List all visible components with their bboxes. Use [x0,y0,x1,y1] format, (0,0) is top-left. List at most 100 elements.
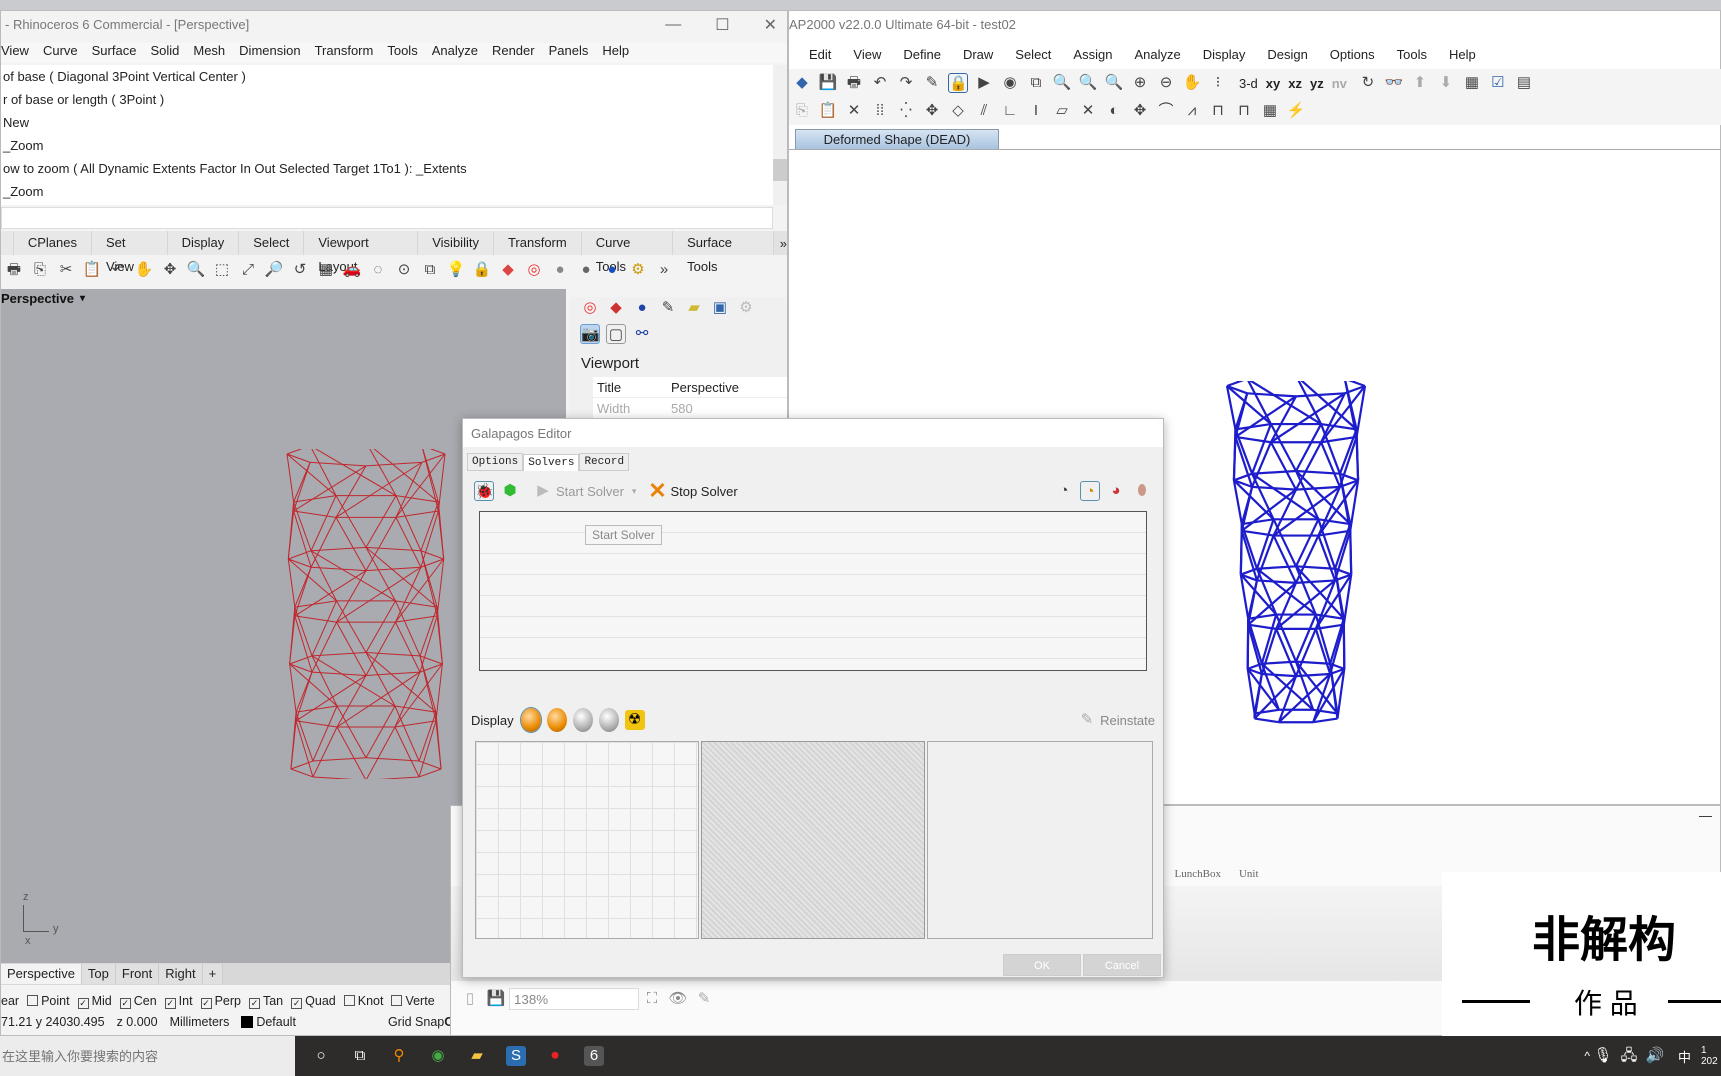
osnap-checkbox[interactable]: ✓ [164,997,176,1009]
ok-button[interactable]: OK [1003,954,1081,976]
osnap-cen[interactable]: ✓ Cen [112,994,157,1009]
loads-icon[interactable]: ✥ [1130,101,1150,121]
sap-menu-item-draw[interactable]: Draw [963,47,993,62]
canvas-zoom-field[interactable] [509,988,639,1010]
clock[interactable]: 1 202 [1701,1045,1721,1067]
more-tabs-icon[interactable]: » [780,236,787,251]
shell-icon[interactable]: ▱ [1052,101,1072,121]
viewport-menu-icon[interactable]: ▾ [80,293,85,304]
save-icon[interactable]: 💾 [818,73,838,93]
object-shrink-icon[interactable]: ▦ [1462,73,1482,93]
osnap-verte[interactable]: Verte [383,994,435,1008]
pencil-icon[interactable]: ✎ [922,73,942,93]
display-tab-icon[interactable]: ● [632,298,652,318]
render-sphere-icon[interactable]: ● [576,260,596,280]
sap-menu-item-help[interactable]: Help [1449,47,1476,62]
start-solver-button[interactable]: Start Solver [556,484,624,499]
command-history-scrollbar[interactable] [773,65,787,205]
zoom-window-icon[interactable]: ⬚ [212,260,232,280]
deformed-icon[interactable]: ⌒ [1156,101,1176,121]
osnap-checkbox[interactable]: ✓ [77,997,89,1009]
microphone-icon[interactable]: 🎙 [1593,1046,1613,1066]
osnap-checkbox[interactable] [391,995,403,1006]
lock-icon[interactable]: 🔒 [948,73,968,93]
reinstate-button[interactable]: Reinstate [1100,713,1155,728]
sap-menu-item-tools[interactable]: Tools [1397,47,1427,62]
zoom-in-icon[interactable]: ⊕ [1130,73,1150,93]
galapagos-tab-solvers[interactable]: Solvers [523,453,580,471]
viewport-tab-perspective[interactable]: Perspective [1,964,82,984]
tab-transform[interactable]: Transform [493,231,582,255]
blue-sphere-icon[interactable]: ● [602,260,622,280]
gh-tab[interactable]: LunchBox [1175,868,1221,880]
osnap-quad[interactable]: ✓ Quad [283,994,336,1009]
sap-menu-item-options[interactable]: Options [1330,47,1375,62]
lightning-icon[interactable]: ⚡ [1286,101,1306,121]
section-icon[interactable]: I [1026,101,1046,121]
display-orb-1-icon[interactable] [519,707,542,733]
viewport-tab-right[interactable]: Right [159,964,203,984]
help-tab-icon[interactable]: ▣ [710,298,730,318]
menu-item-render[interactable]: Render [492,43,535,58]
speed-fast-icon[interactable]: ◕ [1106,481,1126,501]
menu-item-dimension[interactable]: Dimension [239,43,300,58]
sap-menu-item-edit[interactable]: Edit [809,47,831,62]
osnap-perp[interactable]: ✓ Perp [193,994,241,1009]
osnap-tan[interactable]: ✓ Tan [241,994,283,1009]
view-button-yz[interactable]: yz [1310,76,1324,91]
joints-icon[interactable]: ⁛ [896,101,916,121]
tray-chevron-icon[interactable]: ^ [1584,1049,1590,1063]
zoom-extents-icon[interactable]: ⛶ [642,989,662,1009]
sap-menu-item-view[interactable]: View [853,47,881,62]
table-icon[interactable]: ▦ [1260,101,1280,121]
frames-icon[interactable]: ⫽ [974,101,994,121]
paste-icon[interactable]: 📋 [82,260,102,280]
sketch-icon[interactable]: ✎ [694,989,714,1009]
check-icon[interactable]: ☑ [1488,73,1508,93]
color-wheel-icon[interactable]: ◎ [524,260,544,280]
viewport-tab-front[interactable]: Front [115,964,160,984]
open-icon[interactable]: ◆ [792,73,812,93]
osnap-int[interactable]: ✓ Int [157,994,193,1009]
sap-menu-item-analyze[interactable]: Analyze [1134,47,1180,62]
redo-icon[interactable]: ↷ [896,73,916,93]
search-app-icon[interactable]: ⚲ [389,1046,409,1066]
frame-forces-icon[interactable]: ⊓ [1208,101,1228,121]
down-icon[interactable]: ⬇ [1436,73,1456,93]
car-icon[interactable]: 🚗 [342,260,362,280]
property-value[interactable]: 580 [671,401,693,416]
options-icon[interactable]: ⚙ [628,260,648,280]
view-button-3-d[interactable]: 3-d [1239,76,1258,91]
tab-visibility[interactable]: Visibility [418,231,494,255]
pointer-icon[interactable]: ⁝ [1208,73,1228,93]
tab-display[interactable]: Display [167,231,240,255]
osnap-point[interactable]: Point [19,994,70,1008]
tab-select[interactable]: Select [239,231,305,255]
tab-set-view[interactable]: Set View [92,231,168,274]
tab-surface-tools[interactable]: Surface Tools [673,231,774,274]
lock-icon[interactable]: 🔒 [472,260,492,280]
run-icon[interactable]: ▶ [974,73,994,93]
zoom-full-icon[interactable]: 🔍 [1078,73,1098,93]
delete-icon[interactable]: ✕ [844,101,864,121]
osnap-checkbox[interactable]: ✓ [248,997,260,1009]
layers-tab-icon[interactable]: ◆ [606,298,626,318]
frame-icon[interactable]: ▢ [606,324,626,344]
recorder-icon[interactable]: ⏺ [545,1046,565,1066]
copy-icon[interactable]: ⎘ [792,101,812,121]
view-button-nv[interactable]: nv [1332,76,1347,91]
radiation-icon[interactable]: ☢ [624,710,645,730]
cortana-icon[interactable]: ○ [311,1046,331,1066]
viewport-label[interactable]: Perspective [1,291,74,306]
view-button-xz[interactable]: xz [1288,76,1302,91]
hide-icon[interactable]: ◌ [368,260,388,280]
move-icon[interactable]: ✥ [922,101,942,121]
copy-icon[interactable]: ⎘ [30,260,50,280]
target-icon[interactable]: ⚯ [632,324,652,344]
gh-tab[interactable]: Unit [1239,868,1259,880]
osnap-checkbox[interactable] [27,995,39,1006]
window-tab-deformed[interactable]: Deformed Shape (DEAD) [795,129,999,149]
cancel-button[interactable]: Cancel [1083,954,1161,976]
genetic-solver-icon[interactable]: 🐞 [474,481,494,501]
menu-item-solid[interactable]: Solid [150,43,179,58]
